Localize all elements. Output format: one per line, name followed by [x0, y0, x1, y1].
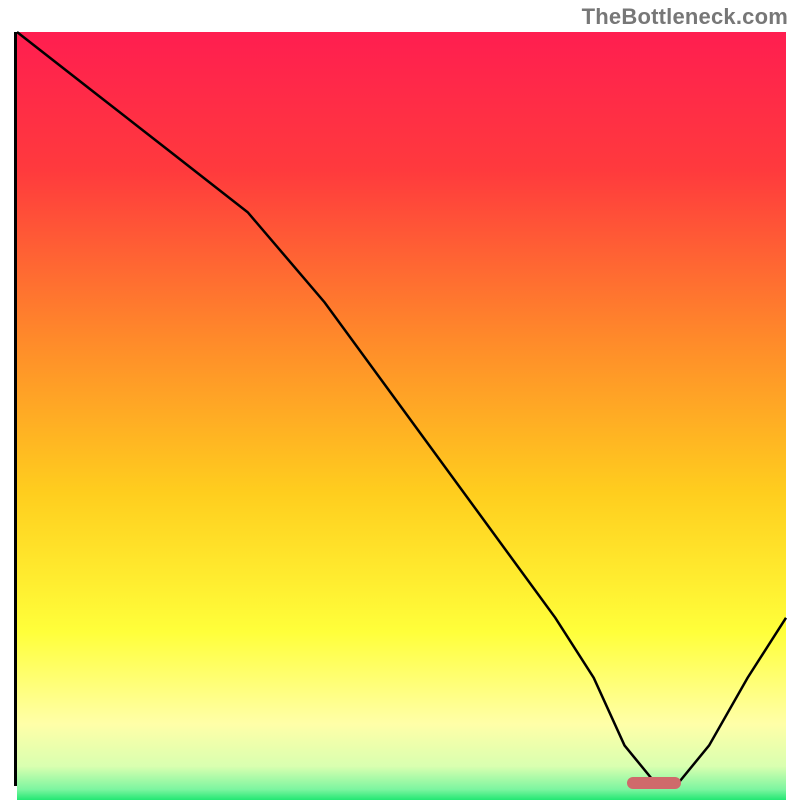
plot-area: [14, 32, 786, 786]
attribution-text: TheBottleneck.com: [582, 4, 788, 30]
bottleneck-curve: [17, 32, 786, 783]
optimal-range-marker: [627, 777, 681, 789]
chart-container: TheBottleneck.com: [0, 0, 800, 800]
